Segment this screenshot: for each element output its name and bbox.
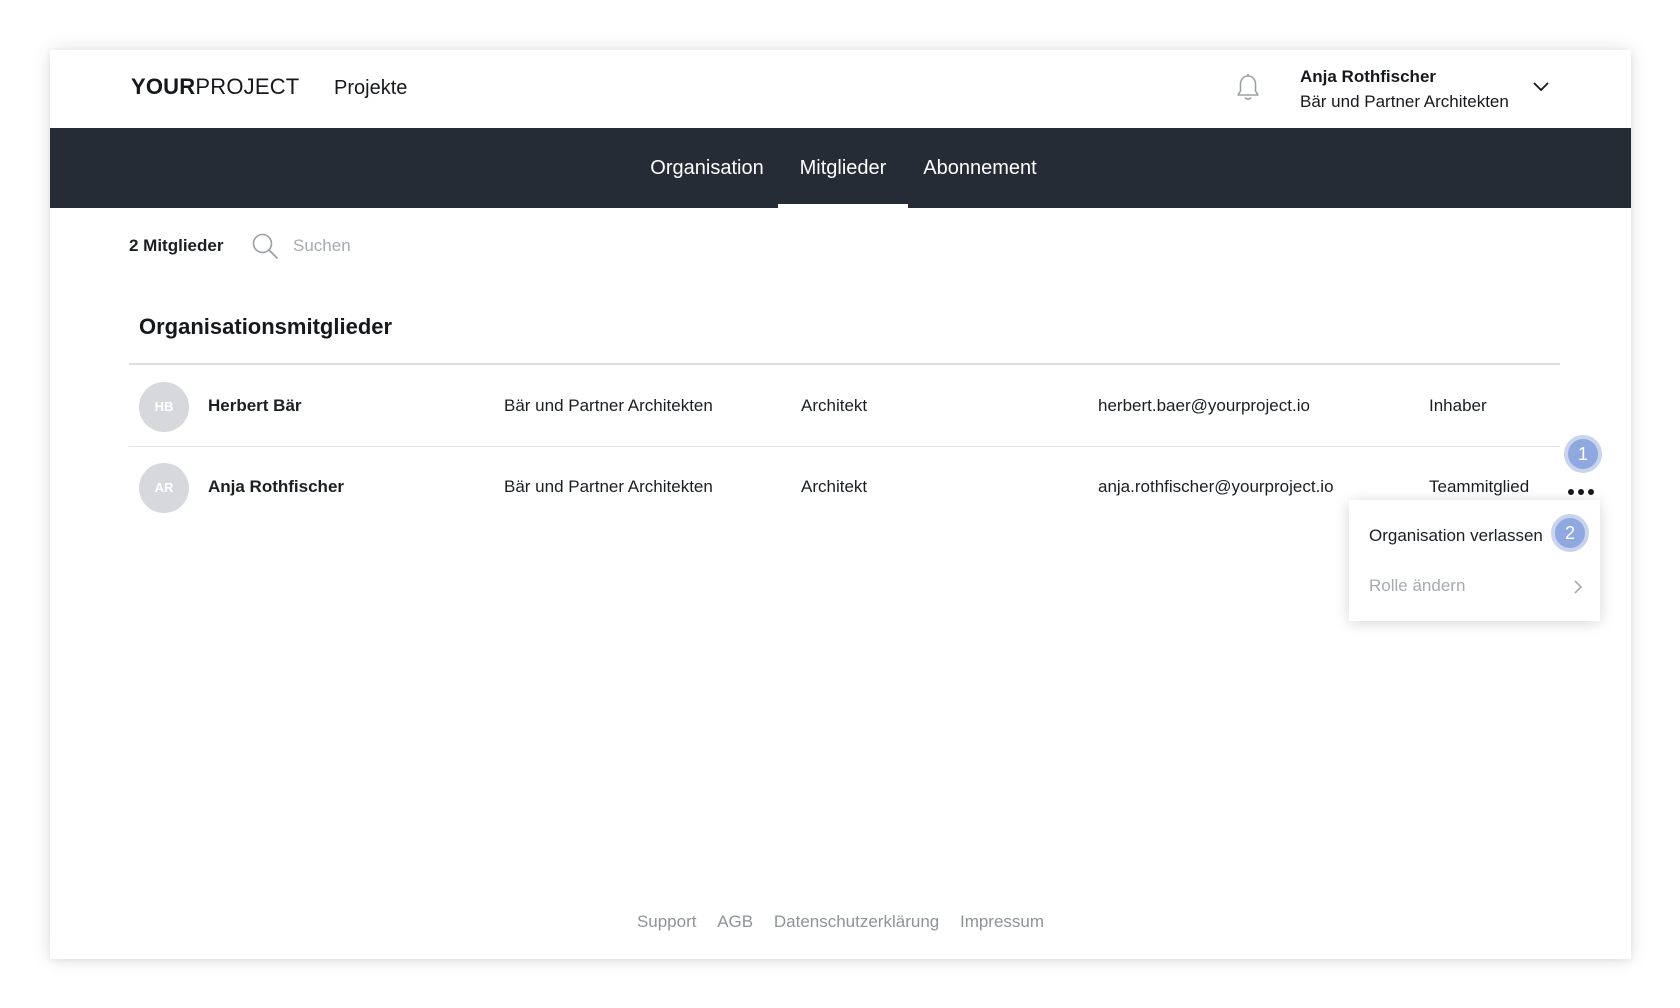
- member-name: Anja Rothfischer: [208, 477, 345, 496]
- more-dot: [1588, 489, 1594, 495]
- bell-icon[interactable]: [1233, 72, 1263, 104]
- table-row[interactable]: HB Herbert Bär Bär und Partner Architekt…: [129, 366, 1560, 446]
- search-icon[interactable]: [251, 232, 279, 260]
- member-profession: Architekt: [801, 477, 868, 496]
- avatar: AR: [139, 463, 189, 513]
- chevron-right-icon: [1574, 580, 1583, 594]
- tab-bar: Organisation Mitglieder Abonnement: [50, 128, 1631, 208]
- member-name: Herbert Bär: [208, 396, 302, 415]
- user-organisation: Bär und Partner Architekten: [1300, 92, 1509, 111]
- member-organisation: Bär und Partner Architekten: [504, 477, 713, 496]
- member-email: anja.rothfischer@yourproject.io: [1098, 477, 1334, 496]
- tab-organisation[interactable]: Organisation: [643, 128, 771, 208]
- step-badge: 1: [1564, 435, 1602, 473]
- menu-item-leave-organisation[interactable]: Organisation verlassen: [1369, 526, 1543, 546]
- footer-link-imprint[interactable]: Impressum: [960, 912, 1044, 931]
- section-title: Organisationsmitglieder: [139, 314, 393, 339]
- user-name: Anja Rothfischer: [1300, 67, 1437, 86]
- more-options-button[interactable]: [1567, 481, 1597, 501]
- member-organisation: Bär und Partner Architekten: [504, 396, 713, 415]
- tab-subscription[interactable]: Abonnement: [916, 128, 1044, 208]
- member-profession: Architekt: [801, 396, 868, 415]
- member-role: Inhaber: [1429, 396, 1487, 415]
- avatar: HB: [139, 382, 189, 432]
- section-divider: [129, 363, 1560, 365]
- logo-regular: PROJECT: [195, 74, 300, 99]
- footer-link-agb[interactable]: AGB: [717, 912, 753, 931]
- chevron-down-icon[interactable]: [1531, 77, 1551, 97]
- more-dot: [1578, 489, 1584, 495]
- more-dot: [1568, 489, 1574, 495]
- top-header: YOURPROJECT Projekte Anja Rothfischer Bä…: [50, 50, 1631, 128]
- menu-item-change-role[interactable]: Rolle ändern: [1369, 576, 1465, 596]
- footer: Support AGB Datenschutzerklärung Impress…: [50, 912, 1631, 932]
- member-email: herbert.baer@yourproject.io: [1098, 396, 1310, 415]
- search-input[interactable]: [293, 230, 593, 262]
- member-count: 2 Mitglieder: [129, 236, 224, 255]
- footer-link-privacy[interactable]: Datenschutzerklärung: [774, 912, 939, 931]
- logo-bold: YOUR: [131, 74, 196, 99]
- step-badge: 2: [1551, 514, 1589, 552]
- table-row[interactable]: AR Anja Rothfischer Bär und Partner Arch…: [129, 447, 1560, 527]
- user-menu[interactable]: Anja Rothfischer Bär und Partner Archite…: [1300, 65, 1509, 115]
- nav-projects-link[interactable]: Projekte: [334, 77, 407, 100]
- footer-link-support[interactable]: Support: [637, 912, 697, 931]
- tab-members[interactable]: Mitglieder: [778, 128, 908, 208]
- app-window: YOURPROJECT Projekte Anja Rothfischer Bä…: [50, 50, 1631, 959]
- logo[interactable]: YOURPROJECT: [131, 74, 299, 100]
